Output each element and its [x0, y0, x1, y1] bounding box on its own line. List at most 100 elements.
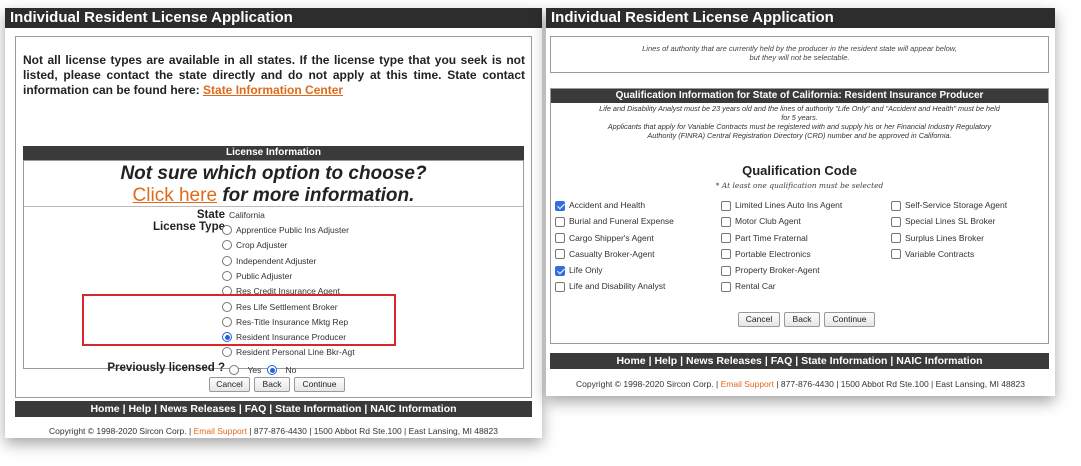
qualification-option[interactable]: Burial and Funeral Expense [555, 215, 674, 228]
qualification-label: Variable Contracts [905, 248, 975, 259]
license-type-label: License Type [152, 221, 225, 233]
qualification-option[interactable]: Limited Lines Auto Ins Agent [721, 199, 842, 212]
license-type-radio[interactable] [222, 240, 232, 251]
qualification-option[interactable]: Surplus Lines Broker [891, 231, 984, 244]
not-sure-heading: Not sure which option to choose? [120, 163, 427, 184]
license-type-option[interactable]: Public Adjuster [222, 269, 292, 283]
qualification-checkbox[interactable] [555, 233, 565, 244]
qualification-option[interactable]: Cargo Shipper's Agent [555, 231, 654, 244]
qualification-label: Cargo Shipper's Agent [569, 232, 654, 243]
qualification-checkbox[interactable] [555, 265, 565, 276]
state-label: State [196, 209, 225, 221]
nav-news-releases[interactable]: News Releases [160, 403, 236, 415]
page-title: Individual Resident License Application [5, 8, 542, 28]
lines-note-2: but they will not be selectable. [749, 53, 850, 62]
continue-button[interactable]: Continue [294, 377, 345, 392]
qualification-checkbox[interactable] [891, 216, 901, 227]
divider [24, 206, 523, 207]
qualification-option[interactable]: Accident and Health [555, 199, 645, 212]
qualification-label: Property Broker-Agent [735, 265, 820, 276]
qualification-checkbox[interactable] [721, 216, 731, 227]
qualification-label: Casualty Broker-Agent [569, 248, 655, 259]
qualification-code-title: Qualification Code [742, 163, 857, 178]
qualification-label: Burial and Funeral Expense [569, 216, 674, 227]
qual-note-2: for 5 years. [781, 113, 818, 122]
qualification-checkbox[interactable] [891, 249, 901, 260]
nav-help[interactable]: Help [128, 403, 151, 415]
at-least-one-note: * At least one qualification must be sel… [715, 181, 884, 190]
email-support-link[interactable]: Email Support [194, 426, 247, 436]
prev-licensed-no-radio[interactable] [267, 365, 277, 375]
license-application-panel-left: Individual Resident License Application … [5, 8, 542, 438]
qualification-label: Limited Lines Auto Ins Agent [735, 200, 843, 211]
license-type-option[interactable]: Apprentice Public Ins Adjuster [222, 223, 349, 237]
license-type-option[interactable]: Independent Adjuster [222, 254, 316, 268]
qualification-checkbox[interactable] [891, 200, 901, 211]
prev-licensed-yes[interactable]: Yes [229, 363, 261, 377]
nav-state-information[interactable]: State Information [801, 355, 887, 367]
qualification-option[interactable]: Casualty Broker-Agent [555, 248, 655, 261]
nav-news-releases[interactable]: News Releases [686, 355, 762, 367]
qualification-option[interactable]: Special Lines SL Broker [891, 215, 995, 228]
continue-button[interactable]: Continue [824, 312, 875, 327]
click-here-link[interactable]: Click here [133, 185, 217, 206]
state-information-center-link[interactable]: State Information Center [203, 83, 343, 97]
back-button[interactable]: Back [784, 312, 820, 327]
qualification-checkbox[interactable] [721, 200, 731, 211]
license-type-radio[interactable] [222, 255, 232, 266]
qualification-option[interactable]: Life and Disability Analyst [555, 280, 665, 293]
qualification-option[interactable]: Variable Contracts [891, 248, 974, 261]
license-type-label-text: Independent Adjuster [236, 255, 317, 266]
footer-nav: Home | Help | News Releases | FAQ | Stat… [15, 401, 532, 417]
qualification-option[interactable]: Part Time Fraternal [721, 231, 808, 244]
license-type-label-text: Public Adjuster [236, 270, 293, 281]
nav-home[interactable]: Home [616, 355, 645, 367]
nav-state-information[interactable]: State Information [275, 403, 361, 415]
license-type-label-text: Resident Personal Line Bkr-Agt [236, 347, 355, 358]
qualification-checkbox[interactable] [555, 200, 565, 211]
qualification-option[interactable]: Self-Service Storage Agent [891, 199, 1007, 212]
copyright-line: Copyright © 1998-2020 Sircon Corp. | Ema… [49, 426, 498, 436]
qualification-label: Rental Car [735, 281, 776, 292]
qualification-checkbox[interactable] [721, 281, 731, 292]
nav-home[interactable]: Home [90, 403, 119, 415]
qualification-option[interactable]: Property Broker-Agent [721, 264, 820, 277]
nav-faq[interactable]: FAQ [245, 403, 267, 415]
qualification-label: Life and Disability Analyst [569, 281, 666, 292]
nav-faq[interactable]: FAQ [771, 355, 793, 367]
qualification-option[interactable]: Rental Car [721, 280, 776, 293]
nav-help[interactable]: Help [654, 355, 677, 367]
license-type-radio[interactable] [222, 347, 232, 358]
license-type-radio[interactable] [222, 270, 232, 281]
qualification-checkbox[interactable] [555, 281, 565, 292]
qualification-checkbox[interactable] [555, 216, 565, 227]
email-support-link[interactable]: Email Support [721, 379, 774, 389]
license-application-panel-right: Individual Resident License Application … [546, 8, 1055, 396]
qualification-checkbox[interactable] [555, 249, 565, 260]
qualification-checkbox[interactable] [891, 233, 901, 244]
cancel-button[interactable]: Cancel [738, 312, 780, 327]
qualification-box: Qualification Information for State of C… [550, 88, 1049, 344]
selection-highlight [82, 294, 396, 346]
page-title: Individual Resident License Application [546, 8, 1055, 28]
back-button[interactable]: Back [254, 377, 290, 392]
license-type-radio[interactable] [222, 225, 232, 235]
copyright-line: Copyright © 1998-2020 Sircon Corp. | Ema… [576, 379, 1025, 389]
nav-naic-information[interactable]: NAIC Information [370, 403, 456, 415]
qualification-option[interactable]: Life Only [555, 264, 603, 277]
license-type-option[interactable]: Resident Personal Line Bkr-Agt [222, 345, 355, 359]
qualification-checkbox[interactable] [721, 233, 731, 244]
qual-note-4: Authority (FINRA) Central Registration D… [647, 131, 952, 140]
license-type-option[interactable]: Crop Adjuster [222, 238, 288, 252]
qualification-option[interactable]: Motor Club Agent [721, 215, 801, 228]
nav-naic-information[interactable]: NAIC Information [896, 355, 982, 367]
yes-label: Yes [247, 365, 262, 375]
qualification-checkbox[interactable] [721, 265, 731, 276]
qualification-option[interactable]: Portable Electronics [721, 248, 811, 261]
prev-licensed-no[interactable]: No [267, 363, 296, 377]
more-info-line: Click here for more information. [24, 185, 523, 207]
prev-licensed-yes-radio[interactable] [229, 365, 239, 375]
qualification-checkbox[interactable] [721, 249, 731, 260]
cancel-button[interactable]: Cancel [209, 377, 250, 392]
no-label: No [285, 365, 297, 375]
